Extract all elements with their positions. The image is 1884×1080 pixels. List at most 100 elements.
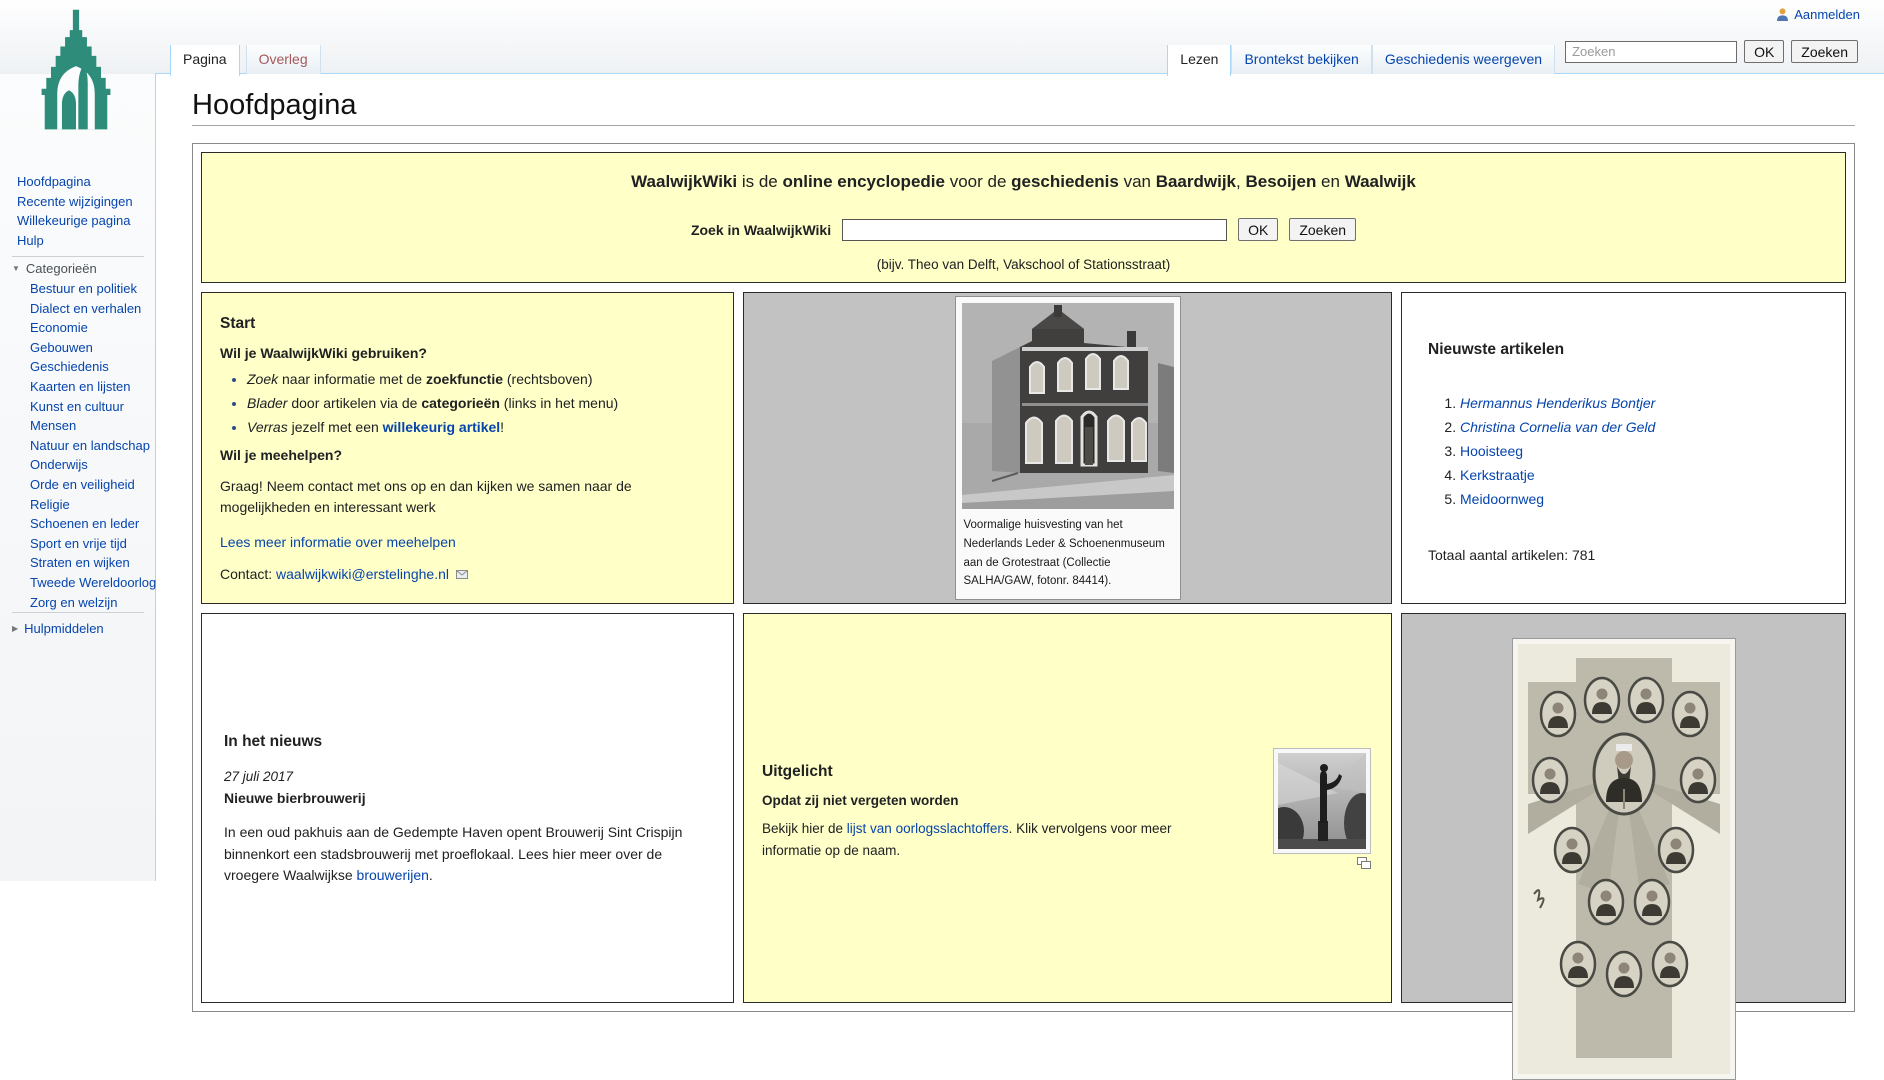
site-logo[interactable]: [33, 6, 119, 139]
sidebar-link[interactable]: Schoenen en leder: [30, 516, 139, 531]
sidebar-link[interactable]: Dialect en verhalen: [30, 301, 141, 316]
sidebar-item-category[interactable]: Geschiedenis: [30, 357, 156, 377]
view-tabs: Lezen Brontekst bekijken Geschiedenis we…: [1167, 45, 1555, 76]
banner-heading-part: is de: [737, 172, 782, 191]
banner-heading-part: Besoijen: [1245, 172, 1316, 191]
view-tabs-and-search: Lezen Brontekst bekijken Geschiedenis we…: [1167, 38, 1858, 76]
sidebar-link[interactable]: Orde en veiligheid: [30, 477, 135, 492]
tab-page[interactable]: Pagina: [170, 45, 240, 76]
museum-photo-caption: Voormalige huisvesting van het Nederland…: [962, 509, 1174, 593]
museum-building-photo[interactable]: [962, 303, 1174, 509]
sidebar-item-recente-wijzigingen[interactable]: Recente wijzigingen: [17, 192, 133, 212]
news-body: In een oud pakhuis aan de Gedempte Haven…: [224, 822, 711, 887]
site-search-ok-button[interactable]: OK: [1744, 40, 1784, 63]
sidebar-link[interactable]: Natuur en landschap: [30, 438, 150, 453]
sidebar-item-hulp[interactable]: Hulp: [17, 231, 133, 251]
sidebar-link[interactable]: Tweede Wereldoorlog: [30, 575, 156, 590]
sidebar-item-category[interactable]: Bestuur en politiek: [30, 279, 156, 299]
portrait-montage-box: [1401, 613, 1846, 1003]
banner-search-go-button[interactable]: Zoeken: [1289, 218, 1356, 241]
sidebar-link[interactable]: Religie: [30, 497, 70, 512]
sidebar-link[interactable]: Hoofdpagina: [17, 174, 91, 189]
featured-body: Bekijk hier de lijst van oorlogsslachtof…: [762, 818, 1202, 861]
sidebar-item-willekeurige-pagina[interactable]: Willekeurige pagina: [17, 211, 133, 231]
sidebar-section-tools[interactable]: ▶ Hulpmiddelen: [12, 621, 104, 636]
sidebar-item-category[interactable]: Schoenen en leder: [30, 514, 156, 534]
site-search-input[interactable]: [1565, 41, 1737, 63]
sidebar-section-label: Categorieën: [26, 261, 97, 276]
sidebar-item-category[interactable]: Mensen: [30, 416, 156, 436]
article-link[interactable]: Hooisteeg: [1460, 443, 1523, 459]
banner-search-ok-button[interactable]: OK: [1238, 218, 1278, 241]
tab-read[interactable]: Lezen: [1167, 45, 1231, 76]
login-link[interactable]: Aanmelden: [1794, 7, 1860, 22]
site-search-go-button[interactable]: Zoeken: [1791, 40, 1858, 63]
tab-talk[interactable]: Overleg: [246, 45, 321, 74]
contact-email-link[interactable]: waalwijkwiki@erstelinghe.nl: [276, 566, 449, 582]
tab-history[interactable]: Geschiedenis weergeven: [1372, 45, 1555, 74]
sidebar-section-categories[interactable]: ▼ Categorieën: [12, 261, 97, 276]
sidebar-item-category[interactable]: Orde en veiligheid: [30, 475, 156, 495]
chevron-down-icon: ▼: [12, 265, 20, 273]
sidebar-item-category[interactable]: Gebouwen: [30, 338, 156, 358]
sidebar-link[interactable]: Gebouwen: [30, 340, 93, 355]
sidebar-link[interactable]: Kunst en cultuur: [30, 399, 124, 414]
sidebar-link[interactable]: Sport en vrije tijd: [30, 536, 127, 551]
news-date: 27 juli 2017: [224, 769, 711, 784]
banner-search-input[interactable]: [842, 219, 1227, 241]
personal-bar: Aanmelden: [1776, 7, 1860, 22]
banner-heading-part: voor de: [945, 172, 1011, 191]
sidebar-link[interactable]: Willekeurige pagina: [17, 213, 130, 228]
start-bullet-list: Zoek naar informatie met de zoekfunctie …: [247, 371, 715, 435]
random-article-link[interactable]: willekeurig artikel: [383, 419, 501, 435]
sidebar-link[interactable]: Geschiedenis: [30, 359, 109, 374]
article-link[interactable]: Hermannus Henderikus Bontjer: [1460, 395, 1655, 411]
more-info-link[interactable]: Lees meer informatie over meehelpen: [220, 534, 456, 550]
sidebar-item-category[interactable]: Economie: [30, 318, 156, 338]
sidebar-link[interactable]: Onderwijs: [30, 457, 88, 472]
sidebar-link[interactable]: Bestuur en politiek: [30, 281, 137, 296]
banner-heading-part: en: [1316, 172, 1344, 191]
sidebar-item-category[interactable]: Tweede Wereldoorlog: [30, 573, 156, 593]
sidebar-item-category[interactable]: Kaarten en lijsten: [30, 377, 156, 397]
sidebar-link[interactable]: Economie: [30, 320, 88, 335]
montage-photo-frame: [1512, 638, 1736, 1080]
enlarge-icon[interactable]: [1357, 857, 1371, 869]
sidebar-link[interactable]: Zorg en welzijn: [30, 595, 117, 610]
article-link[interactable]: Meidoornweg: [1460, 491, 1544, 507]
bullet-text: jezelf met een: [288, 419, 383, 435]
start-box: Start Wil je WaalwijkWiki gebruiken? Zoe…: [201, 292, 734, 604]
banner-heading-part: van: [1119, 172, 1156, 191]
sidebar-section-label[interactable]: Hulpmiddelen: [24, 621, 104, 636]
start-bullet: Zoek naar informatie met de zoekfunctie …: [247, 371, 715, 387]
sidebar-item-category[interactable]: Onderwijs: [30, 455, 156, 475]
bullet-text: zoekfunctie: [426, 371, 503, 387]
content-row-2: In het nieuws 27 juli 2017 Nieuwe bierbr…: [201, 613, 1846, 1003]
museum-photo-frame: Voormalige huisvesting van het Nederland…: [955, 296, 1181, 600]
sidebar-item-category[interactable]: Straten en wijken: [30, 553, 156, 573]
tab-view-source[interactable]: Brontekst bekijken: [1231, 45, 1371, 74]
article-link[interactable]: Kerkstraatje: [1460, 467, 1535, 483]
sidebar-link[interactable]: Recente wijzigingen: [17, 194, 133, 209]
sidebar-item-category[interactable]: Zorg en welzijn: [30, 593, 156, 613]
sidebar-item-category[interactable]: Sport en vrije tijd: [30, 534, 156, 554]
banner-heading-part: geschiedenis: [1011, 172, 1119, 191]
sidebar-item-hoofdpagina[interactable]: Hoofdpagina: [17, 172, 133, 192]
sidebar-item-category[interactable]: Kunst en cultuur: [30, 397, 156, 417]
bullet-text: (rechtsboven): [503, 371, 592, 387]
war-victims-list-link[interactable]: lijst van oorlogsslachtoffers: [847, 821, 1009, 836]
bullet-text: categorieën: [421, 395, 500, 411]
portrait-montage-photo[interactable]: [1518, 644, 1730, 1074]
sidebar-divider: [12, 256, 144, 257]
namespace-tabs: Pagina Overleg: [170, 45, 321, 76]
sidebar-item-category[interactable]: Natuur en landschap: [30, 436, 156, 456]
newest-article-item: Hooisteeg: [1460, 443, 1819, 459]
sidebar-link[interactable]: Kaarten en lijsten: [30, 379, 130, 394]
sidebar-link[interactable]: Mensen: [30, 418, 76, 433]
sidebar-link[interactable]: Hulp: [17, 233, 44, 248]
sidebar-item-category[interactable]: Dialect en verhalen: [30, 299, 156, 319]
sidebar-item-category[interactable]: Religie: [30, 495, 156, 515]
sidebar-link[interactable]: Straten en wijken: [30, 555, 130, 570]
article-link[interactable]: Christina Cornelia van der Geld: [1460, 419, 1655, 435]
war-monument-photo[interactable]: [1278, 753, 1366, 849]
